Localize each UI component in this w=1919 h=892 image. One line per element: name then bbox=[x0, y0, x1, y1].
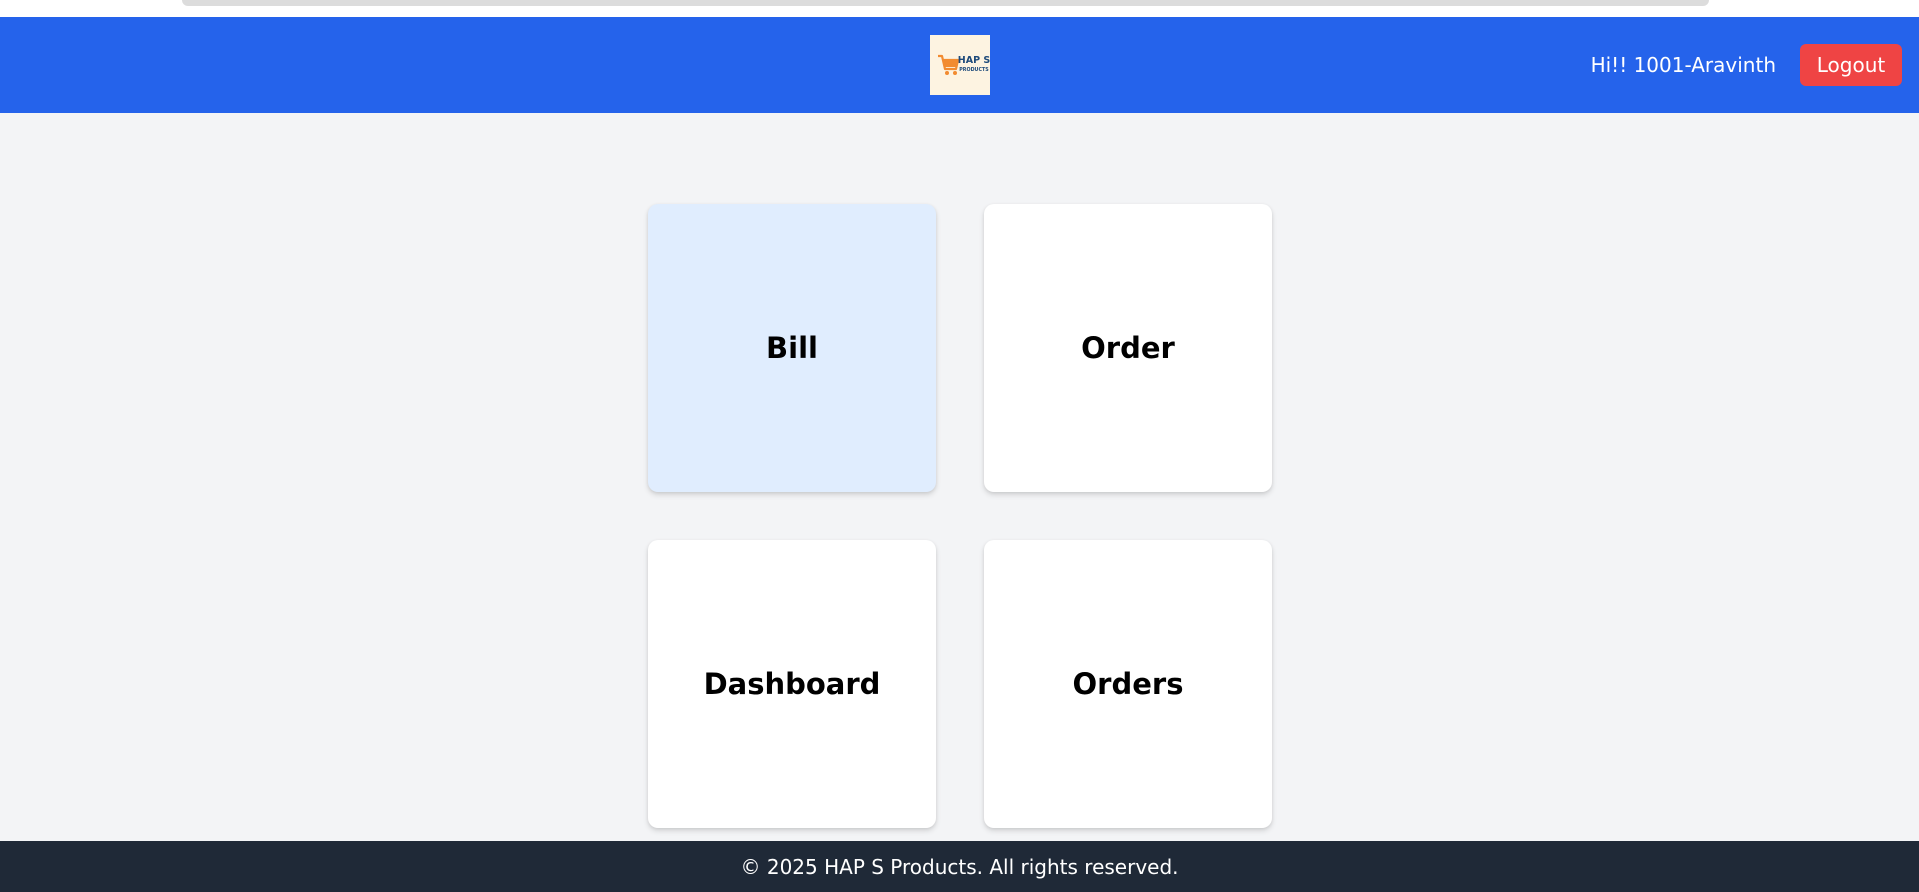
brand-logo[interactable]: HAP S PRODUCTS bbox=[930, 35, 990, 95]
bill-card-label: Bill bbox=[766, 331, 818, 365]
horizontal-scrollbar[interactable] bbox=[182, 0, 1709, 6]
app-header: HAP S PRODUCTS Hi!! 1001-Aravinth Logout bbox=[0, 17, 1919, 113]
dashboard-card-label: Dashboard bbox=[703, 667, 881, 701]
orders-card[interactable]: Orders bbox=[984, 540, 1272, 828]
user-greeting: Hi!! 1001-Aravinth bbox=[1590, 53, 1776, 77]
logout-button[interactable]: Logout bbox=[1800, 44, 1902, 86]
shopping-cart-icon: HAP S PRODUCTS bbox=[938, 54, 990, 75]
app-footer: © 2025 HAP S Products. All rights reserv… bbox=[0, 841, 1919, 892]
copyright-text: © 2025 HAP S Products. All rights reserv… bbox=[740, 854, 1179, 879]
bill-card[interactable]: Bill bbox=[648, 204, 936, 492]
browser-top-strip bbox=[0, 0, 1919, 17]
svg-text:PRODUCTS: PRODUCTS bbox=[959, 67, 989, 73]
dashboard-card[interactable]: Dashboard bbox=[648, 540, 936, 828]
svg-text:HAP S: HAP S bbox=[958, 55, 990, 66]
order-card-label: Order bbox=[1081, 331, 1175, 365]
orders-card-label: Orders bbox=[1072, 667, 1184, 701]
order-card[interactable]: Order bbox=[984, 204, 1272, 492]
